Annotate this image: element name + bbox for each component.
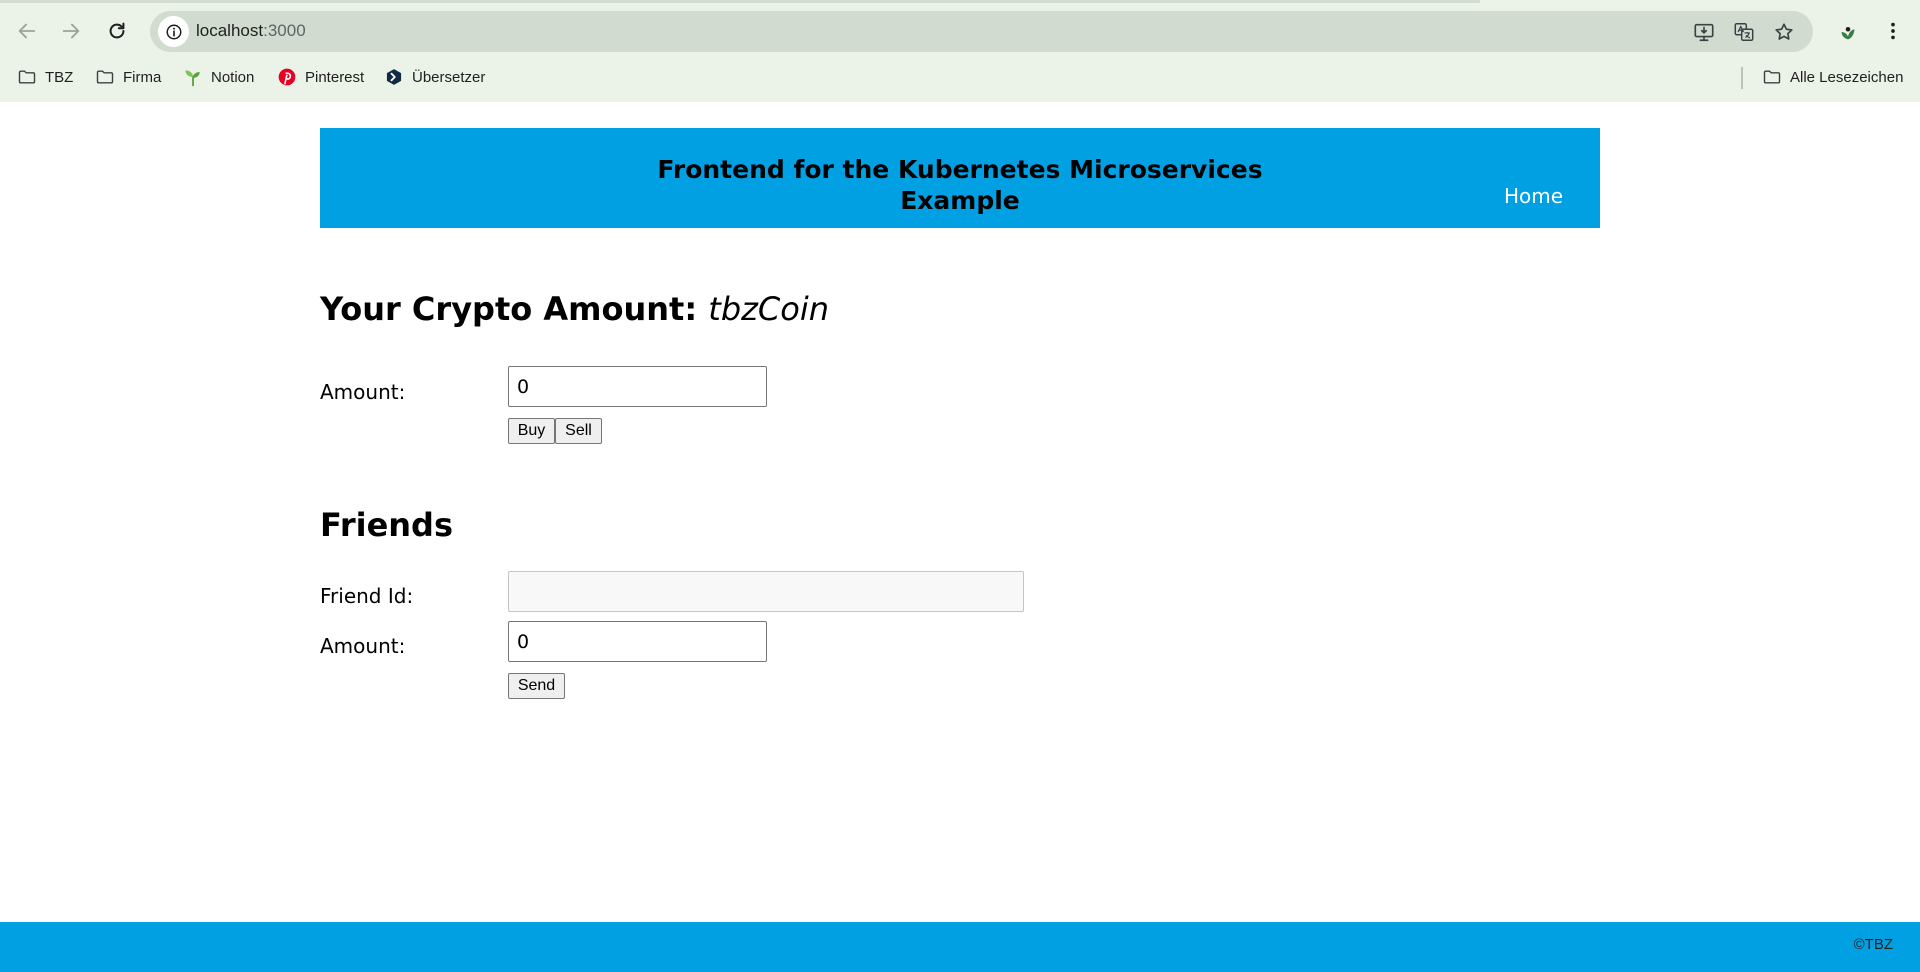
browser-menu-button[interactable] <box>1878 14 1908 48</box>
sprout-icon <box>185 70 200 87</box>
bookmark-star-button[interactable] <box>1771 19 1797 45</box>
extension-button[interactable] <box>1833 17 1863 47</box>
all-bookmarks-button[interactable]: Alle Lesezeichen <box>1762 65 1903 89</box>
address-bar[interactable]: localhost:3000 <box>150 11 1813 52</box>
friend-id-input[interactable] <box>508 571 1024 612</box>
bookmark-pinterest[interactable]: Pinterest <box>277 65 364 89</box>
install-app-button[interactable] <box>1691 19 1717 45</box>
translator-icon <box>386 69 402 85</box>
page-content: Frontend for the Kubernetes Microservice… <box>0 102 1920 972</box>
bookmark-label: Übersetzer <box>412 68 486 86</box>
bookmark-label: Firma <box>123 68 162 86</box>
translate-button[interactable] <box>1731 19 1757 45</box>
translate-icon <box>1734 23 1754 41</box>
pinterest-icon <box>278 68 296 86</box>
arrow-right-icon <box>62 23 80 39</box>
url-port: :3000 <box>263 21 306 40</box>
install-desktop-icon <box>1694 23 1714 42</box>
buy-button[interactable]: Buy <box>508 418 555 444</box>
bookmark-label: Notion <box>211 68 255 86</box>
browser-chrome: localhost:3000 TBZ Firma Notion Pinteres… <box>0 0 1920 102</box>
info-icon <box>166 24 181 39</box>
send-button[interactable]: Send <box>508 673 565 699</box>
arrow-left-icon <box>18 23 36 39</box>
bookmarks-bar: TBZ Firma Notion Pinterest Übersetzer Al… <box>0 60 1920 94</box>
crypto-amount-label: Amount: <box>320 380 406 404</box>
url-text[interactable]: localhost:3000 <box>196 21 306 41</box>
page-footer: ©TBZ <box>0 922 1920 972</box>
bookmark-uebersetzer[interactable]: Übersetzer <box>384 65 485 89</box>
back-button[interactable] <box>8 12 46 50</box>
coin-name: tbzCoin <box>708 290 830 328</box>
folder-icon <box>1763 70 1781 84</box>
friends-heading: Friends <box>320 506 453 544</box>
page-title: Frontend for the Kubernetes Microservice… <box>657 155 1263 215</box>
bookmark-notion[interactable]: Notion <box>183 65 254 89</box>
site-info-button[interactable] <box>158 16 189 47</box>
reload-button[interactable] <box>98 12 136 50</box>
kebab-menu-icon <box>1891 22 1895 40</box>
tab-strip-edge <box>0 0 1480 3</box>
bookmark-label: Pinterest <box>305 68 365 86</box>
crypto-amount-input[interactable] <box>508 366 767 407</box>
friend-amount-label: Amount: <box>320 634 406 658</box>
copyright-text: ©TBZ <box>1853 936 1893 953</box>
crypto-heading-prefix: Your Crypto Amount: <box>320 290 698 328</box>
bookmark-firma[interactable]: Firma <box>95 65 161 89</box>
star-icon <box>1775 23 1793 40</box>
home-link[interactable]: Home <box>1504 184 1563 208</box>
extension-leaf-icon <box>1841 26 1855 40</box>
all-bookmarks-label: Alle Lesezeichen <box>1790 68 1904 86</box>
folder-icon <box>18 70 36 84</box>
app-header: Frontend for the Kubernetes Microservice… <box>320 128 1600 228</box>
friend-amount-input[interactable] <box>508 621 767 662</box>
sell-button[interactable]: Sell <box>555 418 602 444</box>
reload-icon <box>109 22 125 39</box>
bookmark-label: TBZ <box>45 68 74 86</box>
crypto-amount-heading: Your Crypto Amount: tbzCoin <box>320 290 829 328</box>
bookmark-tbz[interactable]: TBZ <box>17 65 73 89</box>
forward-button[interactable] <box>52 12 90 50</box>
folder-icon <box>96 70 114 84</box>
bookmarks-separator <box>1741 67 1743 89</box>
url-host: localhost <box>196 21 264 40</box>
friend-id-label: Friend Id: <box>320 584 414 608</box>
